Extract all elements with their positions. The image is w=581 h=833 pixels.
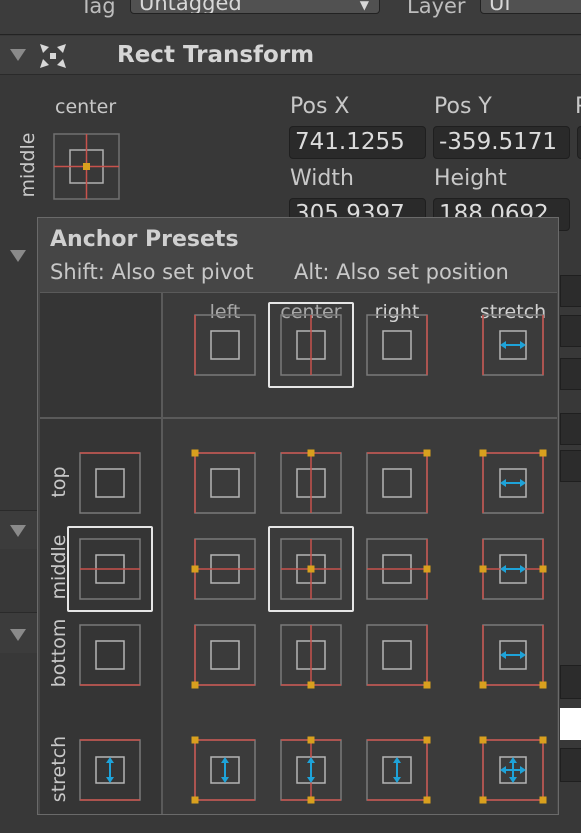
- preset-stretch-right[interactable]: [366, 736, 431, 804]
- background-field: [560, 413, 581, 445]
- background-field: [560, 358, 581, 390]
- posy-label: Pos Y: [434, 94, 492, 119]
- layer-label: Layer: [407, 0, 466, 18]
- background-field: [560, 315, 581, 347]
- preset-stretch-left[interactable]: [191, 736, 256, 804]
- preset-right-only[interactable]: [366, 314, 428, 376]
- anchor-presets-popup: Anchor Presets Shift: Also set pivot Alt…: [37, 217, 559, 815]
- color-swatch: [560, 708, 581, 740]
- height-label: Height: [434, 166, 507, 191]
- preset-stretch-center[interactable]: [280, 736, 342, 804]
- anchor-vertical-label: middle: [17, 132, 39, 198]
- preset-bottom-right[interactable]: [366, 624, 431, 689]
- foldout-arrow-icon[interactable]: [10, 250, 26, 262]
- posy-field[interactable]: -359.5171: [433, 126, 570, 159]
- posz-label: P: [575, 94, 581, 119]
- background-field: [560, 665, 581, 699]
- preset-middle-only[interactable]: [79, 538, 141, 600]
- chevron-down-icon: ▼: [359, 0, 369, 12]
- anchor-preset-grid: left center right stretch top middle bot…: [40, 292, 557, 814]
- popup-hint-alt: Alt: Also set position: [294, 260, 509, 284]
- anchor-preset-buttons[interactable]: [40, 293, 557, 814]
- background-field: [560, 275, 581, 307]
- anchor-middle-center-icon: [53, 133, 120, 200]
- preset-bottom-stretch[interactable]: [479, 624, 547, 689]
- preset-middle-stretch[interactable]: [479, 538, 547, 600]
- popup-title: Anchor Presets: [50, 227, 239, 252]
- posz-field[interactable]: [577, 126, 581, 159]
- preset-left-only[interactable]: [194, 314, 256, 376]
- preset-top-only[interactable]: [79, 452, 141, 514]
- preset-stretch-stretch[interactable]: [479, 736, 547, 804]
- preset-middle-left[interactable]: [191, 538, 256, 600]
- background-field: [560, 748, 581, 782]
- tag-dropdown[interactable]: Untagged ▼: [130, 0, 380, 14]
- background-field: [560, 450, 581, 482]
- preset-top-right[interactable]: [366, 449, 431, 514]
- preset-bottom-center[interactable]: [280, 624, 342, 689]
- preset-middle-center[interactable]: [280, 538, 342, 600]
- object-header-bar: Tag Untagged ▼ Layer UI: [0, 0, 581, 35]
- collapsed-component-header[interactable]: [0, 612, 37, 653]
- rect-transform-header[interactable]: Rect Transform: [0, 36, 581, 75]
- preset-center-only[interactable]: [280, 314, 342, 376]
- foldout-arrow-icon[interactable]: [10, 629, 26, 641]
- anchor-horizontal-label: center: [55, 96, 117, 118]
- preset-bottom-left[interactable]: [191, 624, 256, 689]
- foldout-arrow-icon[interactable]: [10, 525, 26, 537]
- preset-stretch-only[interactable]: [79, 739, 141, 801]
- tag-label: Tag: [80, 0, 116, 18]
- layer-value: UI: [489, 0, 511, 14]
- preset-top-stretch[interactable]: [479, 449, 547, 514]
- anchor-preset-button[interactable]: [53, 133, 120, 200]
- width-label: Width: [290, 166, 354, 191]
- popup-hint-shift: Shift: Also set pivot: [50, 260, 254, 284]
- preset-bottom-only[interactable]: [79, 624, 141, 686]
- foldout-arrow-icon[interactable]: [10, 49, 26, 61]
- preset-middle-right[interactable]: [366, 538, 431, 600]
- posx-label: Pos X: [290, 94, 350, 119]
- preset-top-center[interactable]: [280, 449, 342, 514]
- preset-stretch-only[interactable]: [482, 314, 544, 376]
- layer-dropdown[interactable]: UI: [480, 0, 581, 14]
- collapsed-component-header[interactable]: [0, 510, 37, 549]
- component-title: Rect Transform: [117, 42, 315, 68]
- posx-field[interactable]: 741.1255: [289, 126, 426, 159]
- rect-transform-icon: [40, 44, 66, 68]
- tag-value: Untagged: [139, 0, 242, 14]
- preset-top-left[interactable]: [191, 449, 256, 514]
